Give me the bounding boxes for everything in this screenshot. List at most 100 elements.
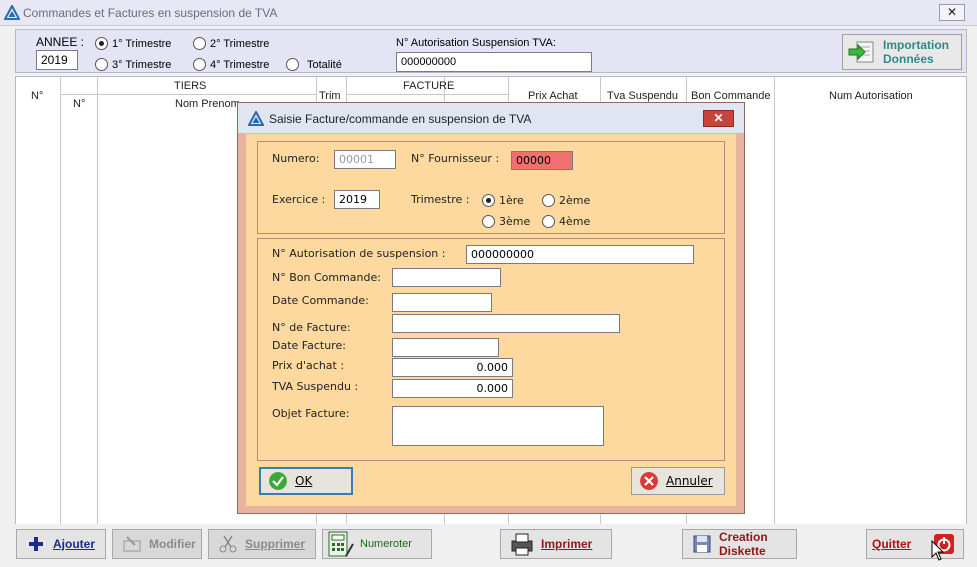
radio-totalite-label: Totalité xyxy=(307,58,342,71)
objet-facture-label: Objet Facture: xyxy=(272,407,350,420)
printer-icon xyxy=(511,533,533,556)
prix-achat-label: Prix d'achat : xyxy=(272,359,345,372)
radio-button[interactable] xyxy=(95,37,108,50)
facture-input[interactable] xyxy=(392,314,620,333)
objet-facture-textarea[interactable] xyxy=(392,406,604,446)
app-logo-icon xyxy=(248,111,264,126)
radio-trimestre-3[interactable]: 3° Trimestre xyxy=(95,58,171,71)
ok-button[interactable]: OK xyxy=(259,467,353,495)
cancel-icon xyxy=(640,472,658,490)
window-title: Commandes et Factures en suspension de T… xyxy=(23,6,278,20)
header-panel: Numero: 00001 N° Fournisseur : 00000 Exe… xyxy=(257,141,725,234)
scissors-icon xyxy=(219,535,237,553)
detail-panel: N° Autorisation de suspension : 00000000… xyxy=(257,238,725,461)
fournisseur-input[interactable]: 00000 xyxy=(511,151,573,170)
exercice-input[interactable]: 2019 xyxy=(334,190,380,209)
checkmark-icon xyxy=(269,472,287,490)
app-logo-icon xyxy=(4,5,20,20)
dialog-radio-trimestre-4[interactable]: 4ème xyxy=(542,215,590,228)
import-data-label: Importation Données xyxy=(883,38,949,66)
radio-button[interactable] xyxy=(482,194,495,207)
grid-divider xyxy=(61,94,316,95)
dialog-titlebar: Saisie Facture/commande en suspension de… xyxy=(238,103,744,133)
radio-button[interactable] xyxy=(286,58,299,71)
numero-label: Numero: xyxy=(272,152,320,165)
radio-trimestre-2-label: 2° Trimestre xyxy=(210,37,270,50)
import-line-1: Importation xyxy=(883,38,949,52)
quitter-button[interactable]: Quitter xyxy=(866,529,964,559)
supprimer-label: Supprimer xyxy=(245,537,306,551)
radio-totalite[interactable]: Totalité xyxy=(286,58,342,71)
bon-commande-input[interactable] xyxy=(392,268,501,287)
dialog-radio-trimestre-2-label: 2ème xyxy=(559,194,591,207)
import-arrow-icon xyxy=(848,41,874,63)
date-commande-input[interactable] xyxy=(392,293,492,312)
col-header-num: N° xyxy=(31,90,44,102)
numeroter-button[interactable]: Numeroter xyxy=(322,529,432,559)
dialog-radio-trimestre-1[interactable]: 1ère xyxy=(482,194,524,207)
trimestre-label: Trimestre : xyxy=(411,193,470,206)
dialog-radio-trimestre-3[interactable]: 3ème xyxy=(482,215,530,228)
edit-icon xyxy=(123,536,141,552)
floppy-disk-icon xyxy=(693,535,711,553)
autorisation-input[interactable]: 000000000 xyxy=(466,245,694,264)
dialog-radio-trimestre-1-label: 1ère xyxy=(499,194,524,207)
col-header-trim: Trim xyxy=(319,90,341,102)
imprimer-button[interactable]: Imprimer xyxy=(500,529,612,559)
radio-trimestre-2[interactable]: 2° Trimestre xyxy=(193,37,269,50)
auth-suspension-input[interactable]: 000000000 xyxy=(396,52,592,72)
modifier-button[interactable]: Modifier xyxy=(112,529,202,559)
creation-line-2: Diskette xyxy=(719,544,766,558)
radio-button[interactable] xyxy=(542,215,555,228)
creation-line-1: Creation xyxy=(719,530,768,544)
quitter-label: Quitter xyxy=(872,537,912,551)
radio-trimestre-4[interactable]: 4° Trimestre xyxy=(193,58,269,71)
date-facture-label: Date Facture: xyxy=(272,339,346,352)
col-header-tiers: TIERS xyxy=(174,80,207,92)
calculator-icon xyxy=(328,531,354,557)
dialog-close-button[interactable]: ✕ xyxy=(703,110,734,127)
grid-divider xyxy=(347,94,508,95)
tva-suspendu-input[interactable]: 0.000 xyxy=(392,379,513,398)
ok-label: OK xyxy=(295,474,313,488)
dialog-radio-trimestre-3-label: 3ème xyxy=(499,215,531,228)
radio-button[interactable] xyxy=(193,58,206,71)
import-data-button[interactable]: Importation Données xyxy=(842,34,962,70)
radio-button[interactable] xyxy=(95,58,108,71)
radio-button[interactable] xyxy=(542,194,555,207)
radio-trimestre-1[interactable]: 1° Trimestre xyxy=(95,37,171,50)
dialog-body: Numero: 00001 N° Fournisseur : 00000 Exe… xyxy=(246,134,736,506)
radio-trimestre-1-label: 1° Trimestre xyxy=(112,37,172,50)
mouse-cursor-icon xyxy=(931,540,945,561)
col-header-nom-prenom: Nom Prenom xyxy=(175,98,240,110)
modifier-label: Modifier xyxy=(149,537,196,551)
annuler-label: Annuler xyxy=(666,474,713,488)
plus-icon xyxy=(29,537,43,551)
prix-achat-input[interactable]: 0.000 xyxy=(392,358,513,377)
ajouter-label: Ajouter xyxy=(53,537,95,551)
annee-label: ANNEE : xyxy=(36,35,85,49)
creation-diskette-button[interactable]: Creation Diskette xyxy=(682,529,797,559)
supprimer-button[interactable]: Supprimer xyxy=(208,529,316,559)
filter-panel: ANNEE : 2019 1° Trimestre 2° Trimestre 3… xyxy=(15,29,967,73)
date-facture-input[interactable] xyxy=(392,338,499,357)
window-titlebar: Commandes et Factures en suspension de T… xyxy=(0,0,977,26)
annuler-button[interactable]: Annuler xyxy=(631,467,725,495)
window-close-button[interactable]: ✕ xyxy=(939,4,965,21)
annee-input[interactable]: 2019 xyxy=(36,50,78,70)
ajouter-button[interactable]: Ajouter xyxy=(16,529,106,559)
auth-suspension-label: N° Autorisation Suspension TVA: xyxy=(396,37,556,49)
radio-button[interactable] xyxy=(193,37,206,50)
import-line-2: Données xyxy=(883,52,934,66)
radio-trimestre-4-label: 4° Trimestre xyxy=(210,58,270,71)
col-header-tva-suspendu: Tva Suspendu xyxy=(607,90,678,102)
dialog-radio-trimestre-2[interactable]: 2ème xyxy=(542,194,590,207)
date-commande-label: Date Commande: xyxy=(272,294,369,307)
radio-button[interactable] xyxy=(482,215,495,228)
exercice-label: Exercice : xyxy=(272,193,326,206)
tva-suspendu-label: TVA Suspendu : xyxy=(272,380,359,393)
numero-input[interactable]: 00001 xyxy=(334,150,396,169)
col-header-bon-commande: Bon Commande xyxy=(691,90,771,102)
col-header-num-autorisation: Num Autorisation xyxy=(829,90,913,102)
bon-commande-label: N° Bon Commande: xyxy=(272,271,381,284)
